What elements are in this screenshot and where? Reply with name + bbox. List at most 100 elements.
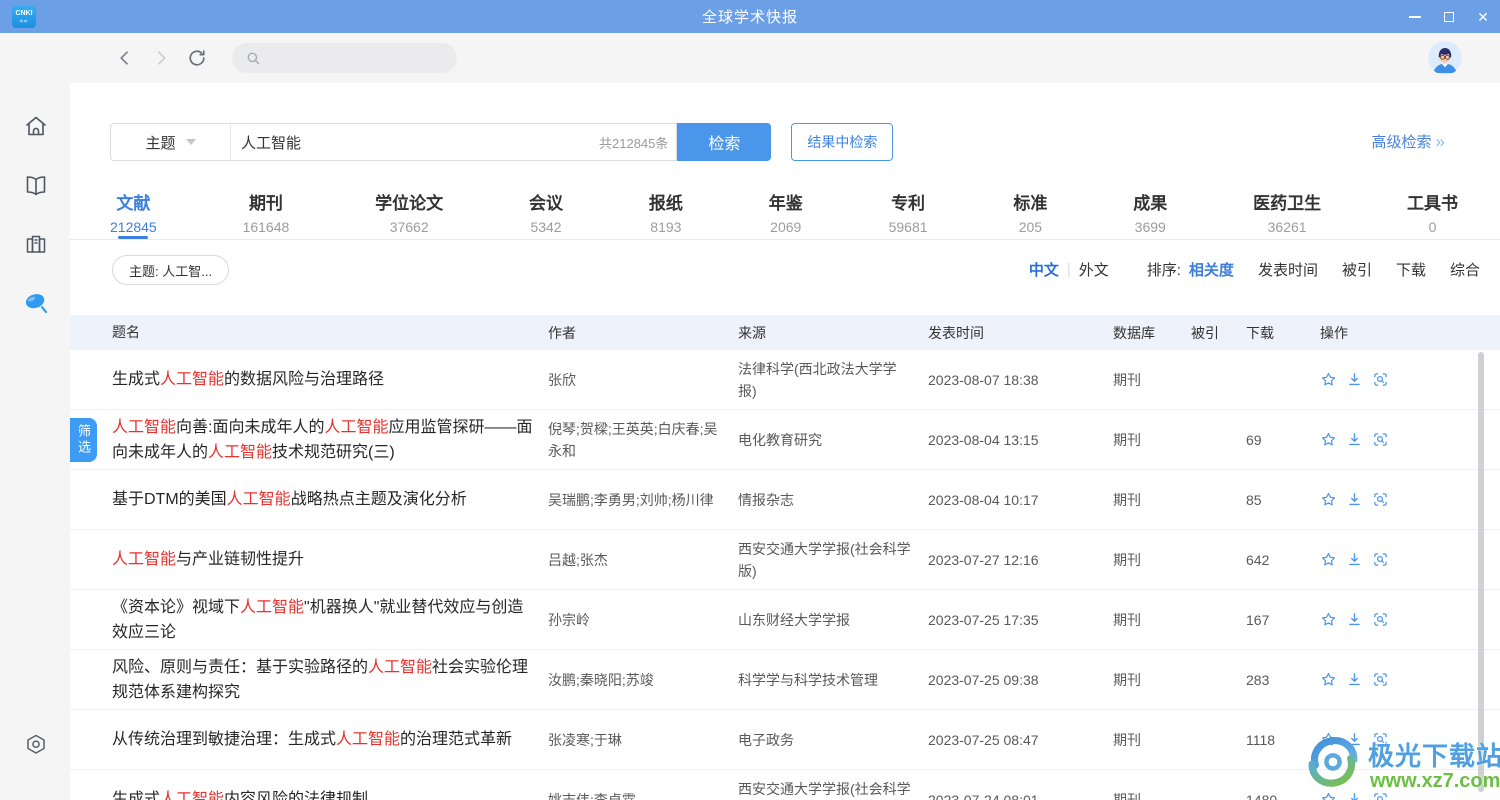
similar-search-icon[interactable] (1372, 491, 1389, 508)
sort-option[interactable]: 发表时间 (1258, 262, 1318, 279)
result-type-tab[interactable]: 成果 3699 (1133, 183, 1167, 239)
result-type-tab[interactable]: 标准 205 (1013, 183, 1047, 239)
language-separator: | (1067, 261, 1071, 278)
reload-button[interactable] (184, 45, 210, 71)
table-row[interactable]: 《资本论》视域下人工智能"机器换人"就业替代效应与创造效应三论 孙宗岭 山东财经… (70, 590, 1500, 650)
favorite-star-icon[interactable] (1320, 491, 1337, 508)
field-selector-value: 主题 (145, 132, 175, 153)
favorite-star-icon[interactable] (1320, 791, 1337, 800)
back-button[interactable] (112, 45, 138, 71)
table-row[interactable]: 风险、原则与责任：基于实验路径的人工智能社会实验伦理规范体系建构探究 汝鹏;秦晓… (70, 650, 1500, 710)
maximize-button[interactable] (1442, 10, 1456, 24)
sidebar-item-search[interactable] (22, 289, 50, 317)
reload-icon (186, 47, 208, 69)
download-icon[interactable] (1346, 491, 1363, 508)
result-type-tab[interactable]: 工具书 0 (1407, 183, 1458, 239)
result-source: 电子政务 (738, 729, 928, 751)
similar-search-icon[interactable] (1372, 551, 1389, 568)
favorite-star-icon[interactable] (1320, 611, 1337, 628)
filter-side-tab[interactable]: 筛选 (70, 418, 97, 462)
favorite-star-icon[interactable] (1320, 551, 1337, 568)
result-type-tab[interactable]: 专利 59681 (889, 183, 928, 239)
favorite-star-icon[interactable] (1320, 371, 1337, 388)
similar-search-icon[interactable] (1372, 431, 1389, 448)
search-field-selector[interactable]: 主题 (111, 124, 231, 160)
result-title[interactable]: 基于DTM的美国人工智能战略热点主题及演化分析 (70, 487, 548, 512)
result-title[interactable]: 风险、原则与责任：基于实验路径的人工智能社会实验伦理规范体系建构探究 (70, 655, 548, 705)
sidebar-item-library[interactable] (22, 230, 50, 258)
favorite-star-icon[interactable] (1320, 671, 1337, 688)
result-database: 期刊 (1113, 550, 1191, 570)
advanced-search-link[interactable]: 高级检索 » (1372, 131, 1445, 152)
table-row[interactable]: 生成式人工智能的数据风险与治理路径 张欣 法律科学(西北政法大学学报) 2023… (70, 350, 1500, 410)
download-icon[interactable] (1346, 551, 1363, 568)
table-row[interactable]: 人工智能向善:面向未成年人的人工智能应用监管探研——面向未成年人的人工智能技术规… (70, 410, 1500, 470)
favorite-star-icon[interactable] (1320, 731, 1337, 748)
tab-count: 2069 (769, 219, 803, 235)
result-type-tab[interactable]: 文献 212845 (110, 183, 157, 239)
filter-row: 主题: 人工智... 中文 | 外文 排序: 相关度发表时间被引下载综合 (70, 255, 1500, 289)
maximize-icon (1444, 12, 1454, 22)
result-authors: 汝鹏;秦晓阳;苏竣 (548, 669, 738, 691)
sidebar-item-settings[interactable] (22, 731, 50, 759)
table-body: 生成式人工智能的数据风险与治理路径 张欣 法律科学(西北政法大学学报) 2023… (70, 350, 1500, 800)
table-row[interactable]: 基于DTM的美国人工智能战略热点主题及演化分析 吴瑞鹏;李勇男;刘帅;杨川律 情… (70, 470, 1500, 530)
result-type-tab[interactable]: 会议 5342 (529, 183, 563, 239)
result-type-tab[interactable]: 报纸 8193 (649, 183, 683, 239)
download-icon[interactable] (1346, 371, 1363, 388)
download-icon[interactable] (1346, 611, 1363, 628)
scrollbar-thumb[interactable] (1478, 352, 1484, 792)
double-chevron-icon: » (1436, 132, 1445, 152)
header-author: 作者 (548, 322, 738, 344)
similar-search-icon[interactable] (1372, 371, 1389, 388)
similar-search-icon[interactable] (1372, 791, 1389, 800)
result-title[interactable]: 生成式人工智能内容风险的法律规制 (70, 787, 548, 800)
tab-label: 文献 (110, 189, 157, 214)
minimize-button[interactable] (1408, 10, 1422, 24)
table-row[interactable]: 人工智能与产业链韧性提升 吕越;张杰 西安交通大学学报(社会科学版) 2023-… (70, 530, 1500, 590)
sort-option[interactable]: 下载 (1396, 262, 1426, 279)
language-foreign-toggle[interactable]: 外文 (1079, 259, 1109, 280)
result-title[interactable]: 从传统治理到敏捷治理：生成式人工智能的治理范式革新 (70, 727, 548, 752)
result-actions (1308, 791, 1500, 800)
user-avatar[interactable] (1428, 41, 1462, 75)
advanced-search-label: 高级检索 (1372, 131, 1432, 152)
titlebar: CNKI ≈≈ 全球学术快报 ✕ (0, 0, 1500, 33)
result-type-tab[interactable]: 期刊 161648 (243, 183, 290, 239)
search-button[interactable]: 检索 (677, 123, 771, 161)
result-type-tab[interactable]: 医药卫生 36261 (1253, 183, 1321, 239)
favorite-star-icon[interactable] (1320, 431, 1337, 448)
forward-button[interactable] (148, 45, 174, 71)
result-title[interactable]: 人工智能与产业链韧性提升 (70, 547, 548, 572)
close-button[interactable]: ✕ (1476, 10, 1490, 24)
header-source: 来源 (738, 322, 928, 344)
language-zh-toggle[interactable]: 中文 (1029, 259, 1059, 280)
similar-search-icon[interactable] (1372, 671, 1389, 688)
sort-option[interactable]: 相关度 (1189, 262, 1234, 279)
download-icon[interactable] (1346, 431, 1363, 448)
search-in-results-button[interactable]: 结果中检索 (791, 123, 893, 161)
sort-option[interactable]: 综合 (1450, 262, 1480, 279)
result-date: 2023-08-04 10:17 (928, 492, 1113, 508)
similar-search-icon[interactable] (1372, 611, 1389, 628)
result-title[interactable]: 《资本论》视域下人工智能"机器换人"就业替代效应与创造效应三论 (70, 595, 548, 645)
download-icon[interactable] (1346, 791, 1363, 800)
tab-count: 59681 (889, 219, 928, 235)
sort-option[interactable]: 被引 (1342, 262, 1372, 279)
result-authors: 张凌寒;于琳 (548, 729, 738, 751)
download-icon[interactable] (1346, 731, 1363, 748)
similar-search-icon[interactable] (1372, 731, 1389, 748)
address-search-pill[interactable] (232, 43, 457, 73)
result-type-tab[interactable]: 年鉴 2069 (769, 183, 803, 239)
logo-wave-decoration: ≈≈ (12, 19, 36, 25)
result-title[interactable]: 生成式人工智能的数据风险与治理路径 (70, 367, 548, 392)
table-row[interactable]: 生成式人工智能内容风险的法律规制 姚志伟;李卓霖 西安交通大学学报(社会科学版)… (70, 770, 1500, 800)
sidebar-item-journals[interactable] (22, 171, 50, 199)
search-input[interactable] (231, 124, 599, 160)
result-title[interactable]: 人工智能向善:面向未成年人的人工智能应用监管探研——面向未成年人的人工智能技术规… (70, 415, 548, 465)
table-row[interactable]: 从传统治理到敏捷治理：生成式人工智能的治理范式革新 张凌寒;于琳 电子政务 20… (70, 710, 1500, 770)
topic-filter-chip[interactable]: 主题: 人工智... (112, 255, 229, 285)
result-type-tab[interactable]: 学位论文 37662 (375, 183, 443, 239)
download-icon[interactable] (1346, 671, 1363, 688)
sidebar-item-home[interactable] (22, 112, 50, 140)
